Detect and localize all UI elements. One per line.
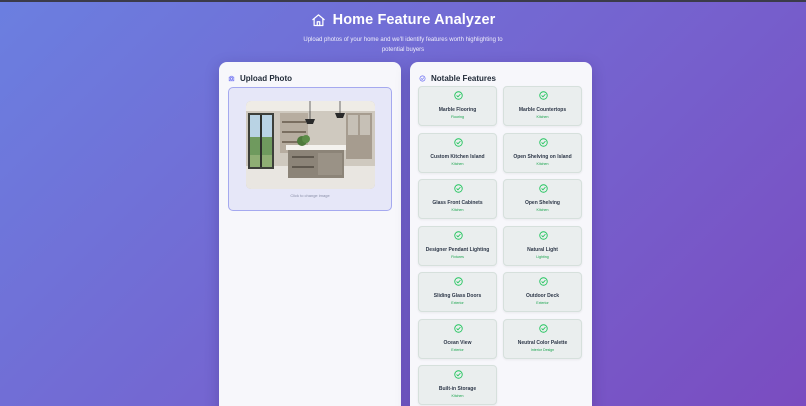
feature-category: Kitchen xyxy=(451,208,464,212)
feature-category: Kitchen xyxy=(536,208,549,212)
check-circle-icon xyxy=(419,75,426,81)
feature-card: Open Shelving on Island Kitchen xyxy=(503,132,582,173)
feature-name: Ocean View xyxy=(443,339,472,346)
check-icon xyxy=(454,184,463,193)
upload-panel: Upload Photo Click to change image xyxy=(219,62,401,406)
feature-card: Ocean View Exterior xyxy=(418,318,497,359)
feature-name: Open Shelving xyxy=(524,200,560,206)
feature-category: Flooring xyxy=(451,115,464,119)
camera-icon xyxy=(228,75,235,81)
features-panel-header: Notable Features xyxy=(410,62,592,84)
page-subtitle: Upload photos of your home and we'll ide… xyxy=(303,37,503,53)
feature-name: Neutral Color Palette xyxy=(517,339,568,346)
feature-category: Kitchen xyxy=(536,115,549,119)
feature-card: Neutral Color Palette Interior Design xyxy=(503,318,582,359)
feature-name: Outdoor Deck xyxy=(525,293,560,299)
features-panel: Notable Features Marble Flooring Flooring… xyxy=(410,62,592,406)
check-icon xyxy=(539,184,548,193)
feature-category: Exterior xyxy=(451,347,464,352)
feature-card: Marble Countertops Kitchen xyxy=(503,86,582,126)
check-icon xyxy=(454,370,463,379)
feature-card: Built-in Storage Kitchen xyxy=(418,365,497,405)
feature-category: Fixtures xyxy=(451,254,464,259)
page-header: Home Feature Analyzer Upload photos of y… xyxy=(0,10,806,55)
check-icon xyxy=(539,277,548,286)
feature-category: Kitchen xyxy=(536,161,549,166)
feature-card: Custom Kitchen Island Kitchen xyxy=(418,132,497,173)
check-icon xyxy=(539,137,548,147)
feature-name: Designer Pendant Lighting xyxy=(425,246,490,253)
upload-panel-header: Upload Photo xyxy=(219,62,401,84)
feature-category: Kitchen xyxy=(451,161,464,166)
upload-dropzone[interactable]: Click to change image xyxy=(228,87,392,211)
feature-card: Outdoor Deck Exterior xyxy=(503,272,582,312)
feature-card: Glass Front Cabinets Kitchen xyxy=(418,179,497,219)
check-icon xyxy=(539,230,548,240)
check-icon xyxy=(454,137,463,147)
feature-name: Open Shelving on Island xyxy=(513,153,572,160)
title-row: Home Feature Analyzer xyxy=(0,10,806,30)
feature-name: Built-in Storage xyxy=(438,386,477,392)
window-top-border xyxy=(0,0,806,2)
feature-card: Natural Light Lighting xyxy=(503,225,582,266)
check-icon xyxy=(454,323,463,333)
feature-card: Marble Flooring Flooring xyxy=(418,86,497,126)
house-icon xyxy=(311,13,325,26)
feature-name: Marble Countertops xyxy=(518,107,567,113)
feature-name: Custom Kitchen Island xyxy=(430,153,485,160)
feature-card: Sliding Glass Doors Exterior xyxy=(418,272,497,312)
feature-name: Marble Flooring xyxy=(438,107,477,113)
check-icon xyxy=(539,91,548,100)
feature-name: Natural Light xyxy=(527,246,558,253)
kitchen-photo-image xyxy=(246,101,375,189)
upload-caption: Click to change image xyxy=(290,193,330,198)
upload-panel-title: Upload Photo xyxy=(240,73,292,83)
check-icon xyxy=(539,323,548,333)
feature-category: Interior Design xyxy=(530,347,555,352)
feature-name: Glass Front Cabinets xyxy=(432,200,483,206)
uploaded-photo[interactable] xyxy=(246,101,375,189)
check-icon xyxy=(454,91,463,100)
feature-card: Open Shelving Kitchen xyxy=(503,179,582,219)
feature-category: Exterior xyxy=(451,301,464,305)
feature-category: Kitchen xyxy=(451,394,464,398)
feature-card: Designer Pendant Lighting Fixtures xyxy=(418,225,497,266)
page-title: Home Feature Analyzer xyxy=(332,12,496,28)
features-panel-title: Notable Features xyxy=(431,73,496,83)
check-icon xyxy=(454,230,463,240)
feature-name: Sliding Glass Doors xyxy=(433,293,482,299)
feature-category: Lighting xyxy=(536,254,549,259)
check-icon xyxy=(454,277,463,286)
feature-category: Exterior xyxy=(536,301,549,305)
